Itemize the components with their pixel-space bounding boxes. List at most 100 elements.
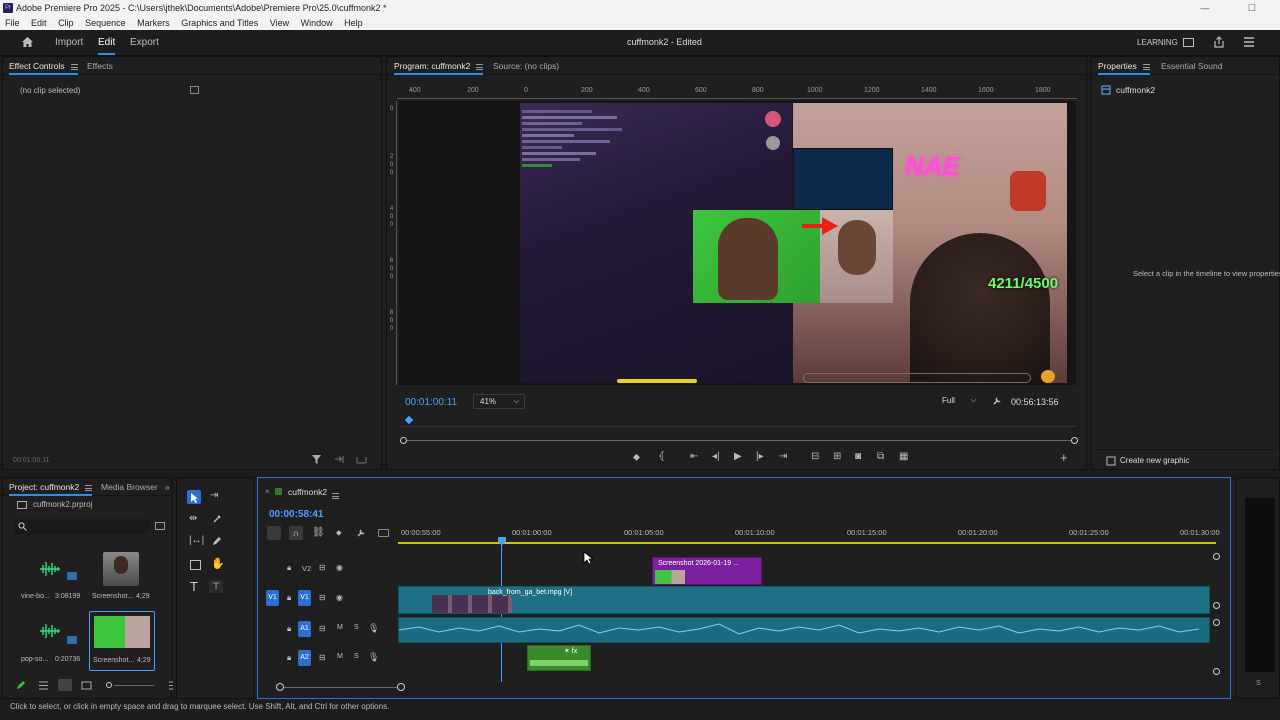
snap-icon[interactable]: ∩ — [289, 526, 303, 540]
import-icon[interactable] — [356, 455, 367, 464]
comparison-view-icon[interactable]: ⧉ — [877, 451, 884, 462]
pencil-icon[interactable] — [16, 680, 26, 690]
eye-icon[interactable]: ◉ — [336, 593, 343, 602]
timeline-zoom-track[interactable] — [284, 687, 397, 688]
program-current-time[interactable]: 00:01:00:11 — [405, 397, 457, 408]
program-playhead[interactable] — [404, 415, 414, 425]
lock-icon[interactable]: 🔒︎ — [287, 653, 291, 663]
zoom-slider-handle[interactable] — [106, 682, 112, 688]
menu-window[interactable]: Window — [301, 18, 333, 28]
timeline-tab-name[interactable]: cuffmonk2 — [288, 487, 327, 497]
window-controls[interactable]: — ☐ — [1200, 0, 1274, 16]
type-tool-icon[interactable]: T — [190, 579, 198, 594]
lock-icon[interactable]: 🔒︎ — [287, 624, 291, 634]
menu-clip[interactable]: Clip — [58, 18, 74, 28]
add-marker-icon[interactable]: ⬥ — [633, 452, 640, 463]
project-search-input[interactable] — [14, 519, 149, 534]
export-frame-icon[interactable]: ◙ — [855, 451, 861, 462]
program-menu-icon[interactable] — [476, 63, 484, 70]
home-icon[interactable] — [21, 36, 34, 48]
list-view-icon[interactable] — [38, 681, 49, 690]
timeline-current-time[interactable]: 00:00:58:41 — [269, 509, 323, 520]
tab-source[interactable]: Source: (no clips) — [493, 57, 559, 75]
source-patch-v1[interactable]: V1 — [266, 590, 279, 606]
voiceover-mic-icon[interactable]: 🎙︎ — [368, 652, 379, 663]
track-label-a2[interactable]: A2 — [298, 650, 311, 666]
project-item-audio[interactable]: pop-so... 0:20736 — [17, 614, 81, 672]
menu-file[interactable]: File — [5, 18, 20, 28]
menu-icon[interactable] — [1243, 37, 1255, 47]
track-label-a1[interactable]: A1 — [298, 621, 311, 637]
more-tabs-icon[interactable]: » — [165, 478, 170, 496]
scrollbar-handle-left[interactable] — [400, 437, 407, 444]
new-bin-icon[interactable] — [155, 522, 165, 530]
play-icon[interactable]: ▶ — [734, 451, 742, 462]
nav-import[interactable]: Import — [55, 37, 83, 48]
proxy-toggle-icon[interactable]: ▦ — [899, 451, 908, 462]
filter-icon[interactable] — [311, 454, 322, 465]
project-item-image[interactable]: Screenshot... 4;29 — [89, 552, 155, 610]
menu-sequence[interactable]: Sequence — [85, 18, 126, 28]
project-menu-icon[interactable] — [85, 484, 93, 491]
panel-toggle-icon[interactable] — [190, 86, 199, 94]
selection-tool[interactable] — [187, 490, 201, 504]
pen-tool-icon[interactable] — [212, 536, 222, 546]
solo-button[interactable]: S — [354, 653, 359, 660]
sync-lock-icon[interactable]: ⊟ — [319, 653, 326, 662]
go-to-in-icon[interactable]: ⇤ — [690, 451, 698, 462]
zoom-select[interactable]: 41% ⌵ — [473, 394, 525, 409]
eye-icon[interactable]: ◉ — [336, 563, 343, 572]
create-graphic-button[interactable]: Create new graphic — [1096, 449, 1277, 469]
freeform-view-icon[interactable] — [81, 681, 92, 690]
rectangle-tool-icon[interactable] — [190, 560, 201, 570]
zoom-scrollbar-track[interactable] — [403, 440, 1075, 441]
lock-icon[interactable]: 🔒︎ — [287, 593, 291, 603]
track-label-v1[interactable]: V1 — [298, 590, 311, 606]
sync-lock-icon[interactable]: ⊟ — [319, 563, 326, 572]
sync-lock-icon[interactable]: ⊟ — [319, 593, 326, 602]
timeline-zoom-handle-left[interactable] — [276, 683, 284, 691]
tab-effects[interactable]: Effects — [87, 57, 113, 75]
learning-label[interactable]: LEARNING — [1137, 38, 1178, 47]
tab-properties[interactable]: Properties — [1098, 57, 1150, 75]
ripple-edit-tool-icon[interactable]: ⇹ — [189, 513, 197, 524]
razor-tool-icon[interactable] — [212, 514, 222, 524]
linked-selection-icon[interactable]: ⛓ — [312, 527, 325, 538]
menu-edit[interactable]: Edit — [31, 18, 47, 28]
nav-export[interactable]: Export — [130, 37, 159, 48]
menu-graphics[interactable]: Graphics and Titles — [181, 18, 258, 28]
v2-clip-screenshot[interactable]: Screenshot 2026-01-19 ... — [652, 557, 762, 585]
panel-menu-icon[interactable] — [70, 63, 78, 70]
icon-view-button[interactable] — [58, 679, 72, 691]
tab-program[interactable]: Program: cuffmonk2 — [394, 57, 484, 75]
voiceover-mic-icon[interactable]: 🎙︎ — [368, 623, 379, 634]
solo-button[interactable]: S — [354, 624, 359, 631]
wrench-icon[interactable] — [992, 396, 1002, 406]
button-editor-icon[interactable]: + — [1060, 450, 1068, 465]
program-video-frame[interactable]: NAE 4211/4500 — [520, 103, 1067, 383]
workspace-icon[interactable] — [1183, 38, 1194, 47]
vertical-scroll-handle[interactable] — [1213, 602, 1220, 609]
text-edit-tool-icon[interactable]: ⊤ — [209, 580, 223, 593]
a1-clip-audio[interactable] — [398, 617, 1210, 643]
program-mini-ruler[interactable] — [400, 415, 1076, 427]
project-item-image-selected[interactable]: Screenshot... 4;29 — [89, 611, 155, 671]
captions-icon[interactable] — [378, 529, 389, 537]
share-icon[interactable] — [1213, 36, 1225, 48]
tab-effect-controls[interactable]: Effect Controls — [9, 57, 78, 75]
mute-button[interactable]: M — [337, 653, 343, 660]
resolution-select[interactable]: Full ⌵ — [936, 394, 980, 409]
menu-view[interactable]: View — [270, 18, 289, 28]
step-forward-icon[interactable]: |▸ — [756, 451, 764, 462]
timeline-zoom-handle-right[interactable] — [397, 683, 405, 691]
project-item-audio[interactable]: vine-bo... 3:08199 — [17, 552, 81, 610]
go-to-out-icon[interactable]: ⇥ — [779, 451, 787, 462]
vertical-scroll-handle[interactable] — [1213, 619, 1220, 626]
insert-nest-button[interactable] — [267, 526, 281, 540]
more-options-icon[interactable] — [168, 681, 174, 690]
tab-essential-sound[interactable]: Essential Sound — [1161, 57, 1222, 75]
tab-media-browser[interactable]: Media Browser — [101, 478, 158, 496]
export-icon[interactable] — [334, 455, 345, 464]
timeline-ruler[interactable]: 00:00:55:00 00:01:00:00 00:01:05:00 00:0… — [398, 522, 1220, 546]
scrollbar-handle-right[interactable] — [1071, 437, 1078, 444]
